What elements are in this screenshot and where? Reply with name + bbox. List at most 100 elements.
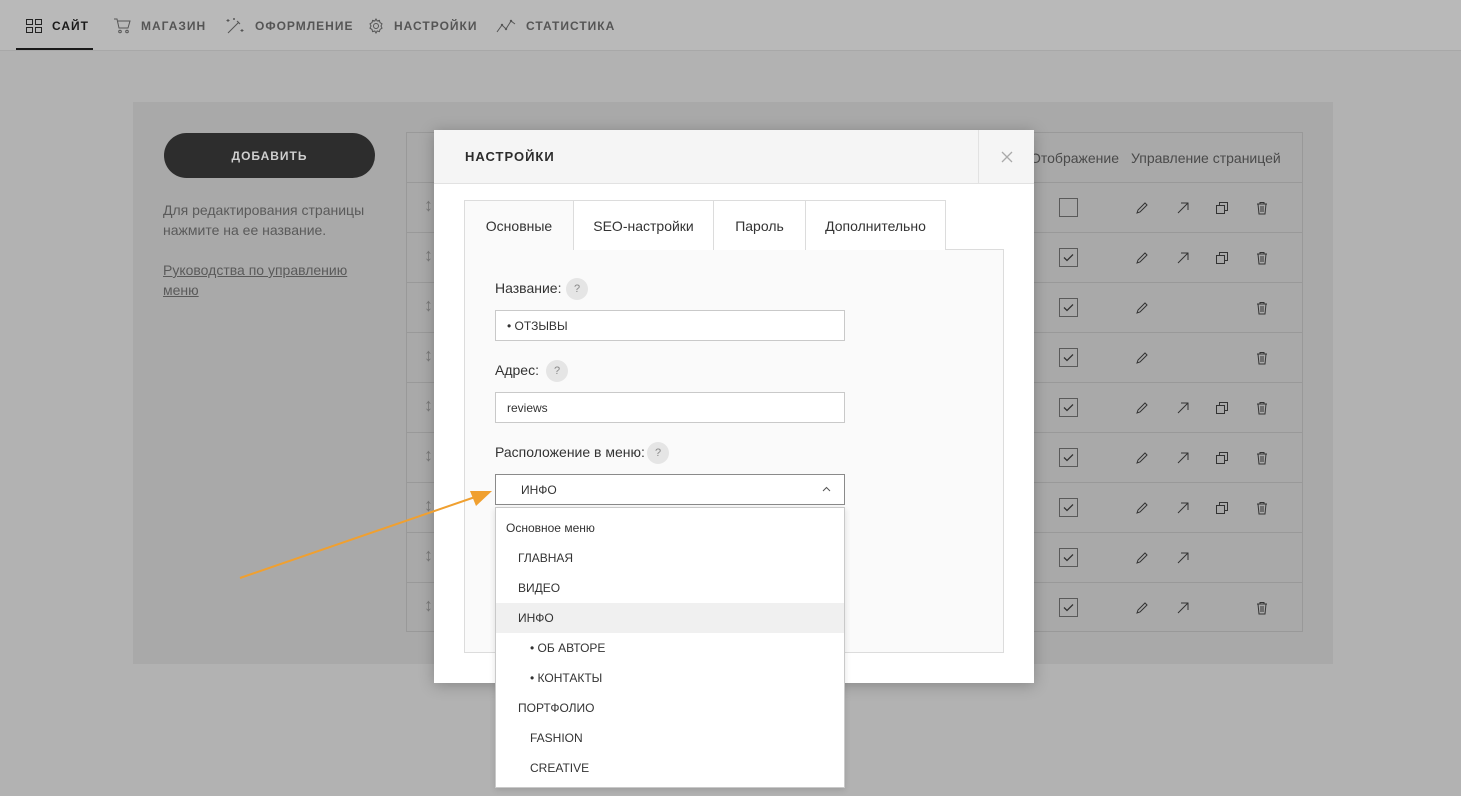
menu-option[interactable]: • ОБ АВТОРЕ [496, 633, 844, 663]
copy-icon[interactable] [1215, 401, 1229, 420]
chevron-up-icon [822, 486, 831, 492]
grid-icon [26, 18, 42, 33]
nav-shop[interactable]: МАГАЗИН [113, 0, 206, 51]
edit-icon[interactable] [1135, 601, 1149, 620]
name-input[interactable]: • ОТЗЫВЫ [495, 310, 845, 341]
open-link-icon[interactable] [1176, 201, 1190, 220]
active-tab-indicator [16, 48, 93, 50]
gear-icon [369, 17, 383, 34]
tab-seo[interactable]: SEO-настройки [573, 200, 714, 250]
open-link-icon[interactable] [1176, 451, 1190, 470]
check-icon [1063, 304, 1074, 312]
edit-icon[interactable] [1135, 551, 1149, 570]
trash-icon[interactable] [1255, 451, 1269, 470]
display-checkbox[interactable] [1059, 498, 1078, 517]
menu-option[interactable]: ИНФО [496, 603, 844, 633]
nav-design[interactable]: ОФОРМЛЕНИЕ [225, 0, 353, 51]
stats-icon [496, 19, 516, 32]
address-help-icon[interactable]: ? [546, 360, 568, 382]
modal-title: НАСТРОЙКИ [465, 149, 555, 164]
menu-location-selected: ИНФО [521, 482, 557, 497]
menu-location-select[interactable]: ИНФО [495, 474, 845, 505]
nav-settings-label: НАСТРОЙКИ [394, 18, 478, 33]
copy-icon[interactable] [1215, 501, 1229, 520]
menu-option[interactable]: • КОНТАКТЫ [496, 663, 844, 693]
drag-handle-icon[interactable]: ↕ [424, 545, 433, 566]
drag-handle-icon[interactable]: ↕ [424, 395, 433, 416]
display-checkbox[interactable] [1059, 448, 1078, 467]
trash-icon[interactable] [1255, 201, 1269, 220]
edit-hint-text: Для редактирования страницы нажмите на е… [163, 202, 365, 238]
display-checkbox[interactable] [1059, 348, 1078, 367]
menu-option[interactable]: Основное меню [496, 513, 844, 543]
trash-icon[interactable] [1255, 401, 1269, 420]
nav-stats[interactable]: СТАТИСТИКА [496, 0, 615, 51]
check-icon [1063, 454, 1074, 462]
check-icon [1063, 604, 1074, 612]
tab-advanced[interactable]: Дополнительно [805, 200, 946, 250]
nav-stats-label: СТАТИСТИКА [526, 18, 616, 33]
display-checkbox[interactable] [1059, 548, 1078, 567]
display-checkbox[interactable] [1059, 198, 1078, 217]
menu-option[interactable]: ГЛАВНАЯ [496, 543, 844, 573]
magic-wand-icon [226, 17, 244, 33]
copy-icon[interactable] [1215, 451, 1229, 470]
address-label: Адрес: [495, 362, 539, 378]
trash-icon[interactable] [1255, 301, 1269, 320]
menu-option[interactable]: FASHION [496, 723, 844, 753]
trash-icon[interactable] [1255, 601, 1269, 620]
open-link-icon[interactable] [1176, 251, 1190, 270]
edit-icon[interactable] [1135, 501, 1149, 520]
open-link-icon[interactable] [1176, 601, 1190, 620]
check-icon [1063, 254, 1074, 262]
menu-location-help-icon[interactable]: ? [647, 442, 669, 464]
edit-icon[interactable] [1135, 451, 1149, 470]
menu-guide-link[interactable]: Руководства по управлению меню [163, 260, 373, 300]
trash-icon[interactable] [1255, 251, 1269, 270]
menu-location-label: Расположение в меню: [495, 444, 645, 460]
add-page-button[interactable]: ДОБАВИТЬ [164, 133, 375, 178]
address-input[interactable]: reviews [495, 392, 845, 423]
trash-icon[interactable] [1255, 351, 1269, 370]
open-link-icon[interactable] [1176, 501, 1190, 520]
display-column-header: Отображение [1030, 150, 1120, 166]
display-checkbox[interactable] [1059, 248, 1078, 267]
drag-handle-icon[interactable]: ↕ [424, 595, 433, 616]
open-link-icon[interactable] [1176, 551, 1190, 570]
modal-header: НАСТРОЙКИ [434, 130, 1034, 184]
nav-site[interactable]: САЙТ [26, 0, 89, 51]
tab-password[interactable]: Пароль [713, 200, 806, 250]
drag-handle-icon[interactable]: ↕ [424, 295, 433, 316]
name-label: Название: [495, 280, 562, 296]
edit-icon[interactable] [1135, 201, 1149, 220]
open-link-icon[interactable] [1176, 401, 1190, 420]
edit-icon[interactable] [1135, 401, 1149, 420]
copy-icon[interactable] [1215, 251, 1229, 270]
edit-icon[interactable] [1135, 301, 1149, 320]
check-icon [1063, 554, 1074, 562]
close-icon [1001, 151, 1012, 163]
copy-icon[interactable] [1215, 201, 1229, 220]
menu-option[interactable]: ВИДЕО [496, 573, 844, 603]
trash-icon[interactable] [1255, 501, 1269, 520]
edit-icon[interactable] [1135, 351, 1149, 370]
nav-settings[interactable]: НАСТРОЙКИ [368, 0, 477, 51]
menu-option[interactable]: ПОРТФОЛИО [496, 693, 844, 723]
check-icon [1063, 354, 1074, 362]
display-checkbox[interactable] [1059, 598, 1078, 617]
drag-handle-icon[interactable]: ↕ [424, 445, 433, 466]
display-checkbox[interactable] [1059, 398, 1078, 417]
display-checkbox[interactable] [1059, 298, 1078, 317]
menu-option[interactable]: CREATIVE [496, 753, 844, 783]
name-help-icon[interactable]: ? [566, 278, 588, 300]
drag-handle-icon[interactable]: ↕ [424, 245, 433, 266]
nav-shop-label: МАГАЗИН [141, 18, 207, 33]
drag-handle-icon[interactable]: ↕ [424, 345, 433, 366]
drag-handle-icon[interactable]: ↕ [424, 195, 433, 216]
manage-column-header: Управление страницей [1131, 150, 1281, 166]
edit-icon[interactable] [1135, 251, 1149, 270]
tab-main[interactable]: Основные [464, 200, 574, 250]
drag-handle-icon[interactable]: ↕ [424, 495, 433, 516]
close-button[interactable] [978, 130, 1034, 184]
top-navigation: САЙТ МАГАЗИН ОФОРМЛЕНИЕ НАСТРОЙКИ СТАТИС… [0, 0, 1461, 51]
